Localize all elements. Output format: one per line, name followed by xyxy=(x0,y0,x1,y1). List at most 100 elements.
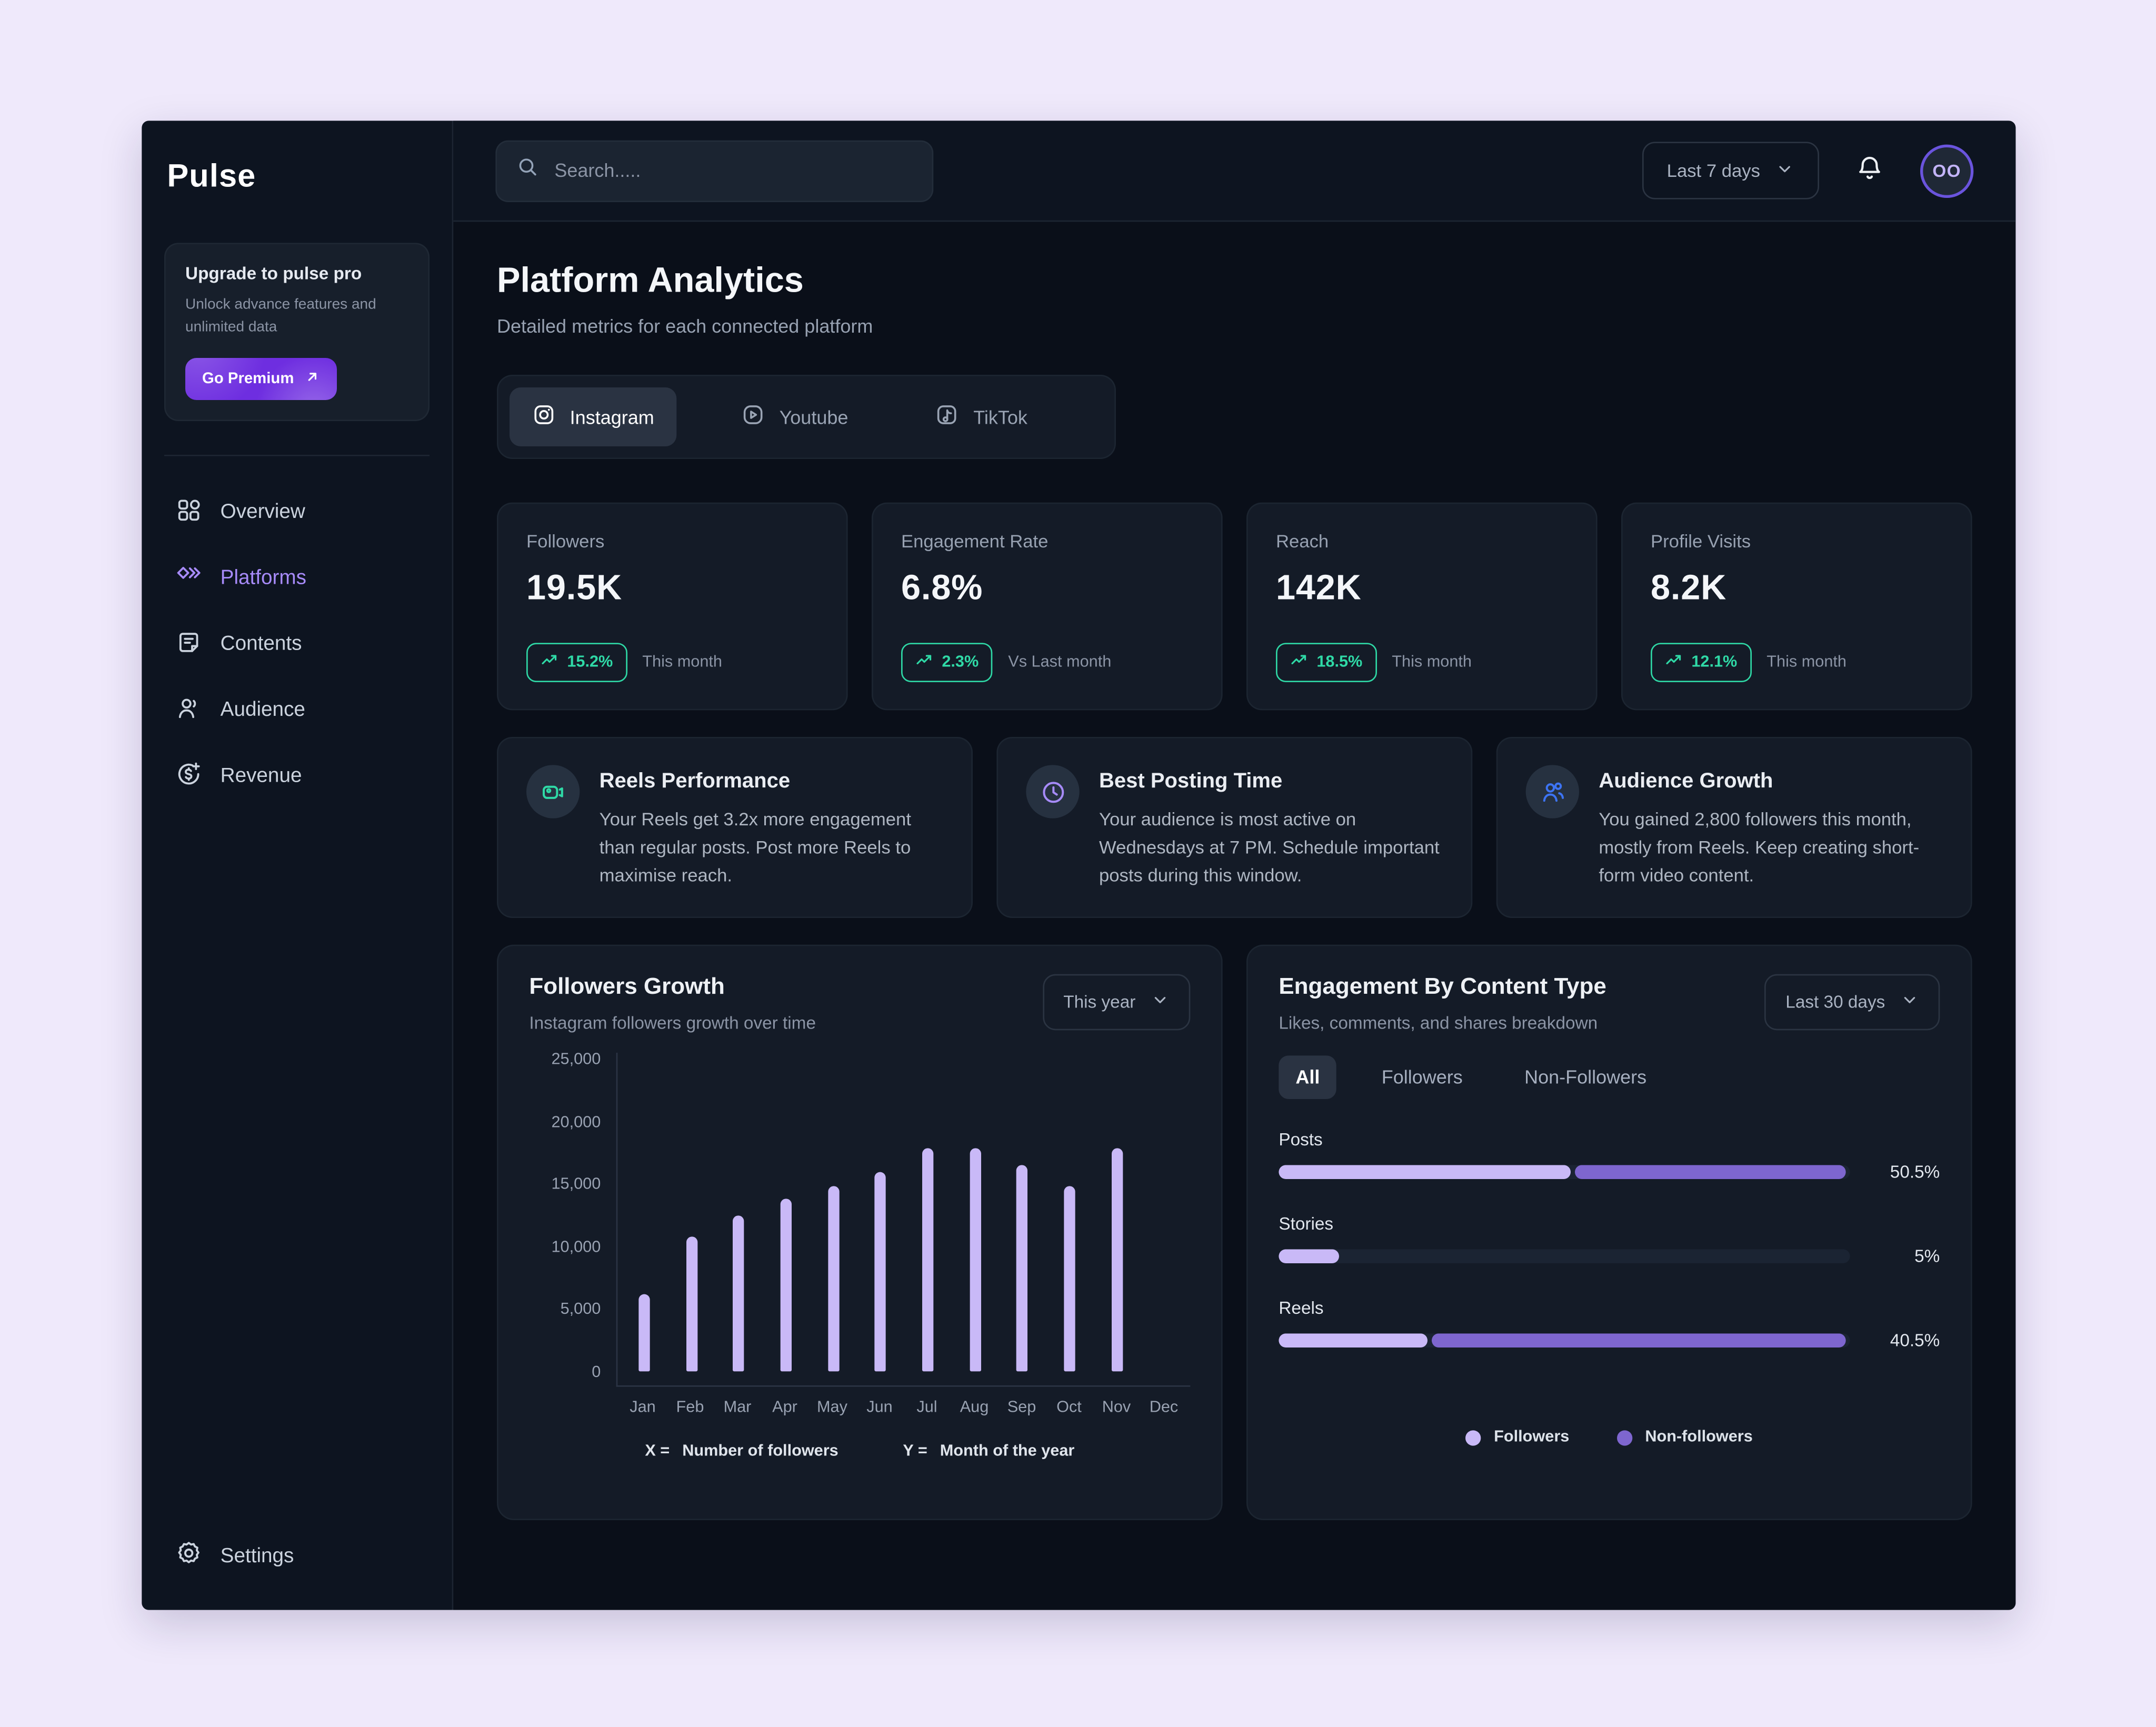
bottom-panels: Followers Growth Instagram followers gro… xyxy=(497,945,1972,1521)
date-range-select[interactable]: Last 7 days xyxy=(1642,142,1819,199)
avatar[interactable]: OO xyxy=(1920,144,1973,197)
footnote-y-label: Y = xyxy=(903,1443,927,1460)
engagement-row-stories: Stories 5% xyxy=(1279,1215,1940,1267)
y-tick: 15,000 xyxy=(529,1178,601,1194)
y-tick: 25,000 xyxy=(529,1053,601,1070)
sidebar-item-settings[interactable]: Settings xyxy=(164,1527,430,1584)
upgrade-card: Upgrade to pulse pro Unlock advance feat… xyxy=(164,243,430,420)
sidebar-item-contents[interactable]: Contents xyxy=(164,615,430,673)
x-tick: May xyxy=(808,1400,856,1417)
tab-instagram[interactable]: Instagram xyxy=(510,387,676,446)
filter-tab-non-followers[interactable]: Non-Followers xyxy=(1508,1056,1663,1100)
go-premium-button[interactable]: Go Premium xyxy=(185,357,337,400)
stat-caption: Vs Last month xyxy=(1008,654,1111,671)
sidebar-item-overview[interactable]: Overview xyxy=(164,484,430,541)
trending-up-icon xyxy=(915,651,934,674)
trending-up-icon xyxy=(1665,651,1683,674)
filter-tab-followers[interactable]: Followers xyxy=(1365,1056,1480,1100)
sidebar-item-label: Audience xyxy=(221,699,305,722)
followers-segment xyxy=(1279,1250,1339,1264)
bar-may xyxy=(827,1186,839,1372)
tab-youtube[interactable]: Youtube xyxy=(719,387,871,446)
arrow-up-right-icon xyxy=(305,368,321,388)
trend-value: 12.1% xyxy=(1691,654,1737,671)
stat-value: 19.5K xyxy=(526,568,819,609)
panel-subtitle: Instagram followers growth over time xyxy=(529,1014,816,1033)
filter-tab-all[interactable]: All xyxy=(1279,1056,1336,1100)
trend-value: 18.5% xyxy=(1316,654,1362,671)
topbar-right: Last 7 days OO xyxy=(1642,142,1974,199)
page-subtitle: Detailed metrics for each connected plat… xyxy=(497,316,1972,337)
sidebar-item-audience[interactable]: Audience xyxy=(164,682,430,739)
sidebar-item-label: Platforms xyxy=(221,567,306,590)
stat-value: 8.2K xyxy=(1651,568,1943,609)
search-box[interactable] xyxy=(495,139,933,201)
page: Pulse Upgrade to pulse pro Unlock advanc… xyxy=(0,0,2156,1727)
go-premium-label: Go Premium xyxy=(202,370,294,387)
users-icon xyxy=(1526,765,1579,818)
bar-value: 40.5% xyxy=(1870,1331,1940,1351)
video-camera-icon xyxy=(526,765,580,818)
sidebar-item-revenue[interactable]: Revenue xyxy=(164,747,430,805)
page-title: Platform Analytics xyxy=(497,261,1972,302)
x-tick: Sep xyxy=(998,1400,1045,1417)
stat-value: 6.8% xyxy=(901,568,1193,609)
content: Platform Analytics Detailed metrics for … xyxy=(453,222,2015,1610)
sidebar-item-label: Overview xyxy=(221,501,305,524)
trend-badge: 15.2% xyxy=(526,643,627,682)
upgrade-body: Unlock advance features and unlimited da… xyxy=(185,293,408,339)
insight-body: Your audience is most active on Wednesda… xyxy=(1099,806,1443,891)
x-tick: Jun xyxy=(856,1400,903,1417)
stat-caption: This month xyxy=(1766,654,1846,671)
followers-dot-icon xyxy=(1466,1430,1481,1445)
bar-feb xyxy=(686,1237,697,1372)
footnote-x-value: Number of followers xyxy=(682,1443,839,1460)
engagement-range-label: Last 30 days xyxy=(1785,993,1885,1012)
x-tick: Apr xyxy=(761,1400,808,1417)
engagement-panel: Engagement By Content Type Likes, commen… xyxy=(1246,945,1972,1521)
engagement-filter-tabs: All Followers Non-Followers xyxy=(1279,1056,1940,1100)
engagement-range-select[interactable]: Last 30 days xyxy=(1764,975,1940,1031)
sidebar-item-label: Settings xyxy=(221,1545,294,1568)
topbar: Last 7 days OO xyxy=(453,121,2015,222)
person-icon xyxy=(175,694,202,726)
instagram-icon xyxy=(532,403,556,431)
x-tick: Mar xyxy=(714,1400,761,1417)
chevron-down-icon xyxy=(1901,992,1919,1014)
stat-card-profile-visits: Profile Visits 8.2K 12.1% This month xyxy=(1621,503,1972,711)
growth-x-labels: JanFebMarAprMayJunJulAugSepOctNovDec xyxy=(616,1400,1191,1417)
bar-track xyxy=(1279,1250,1850,1264)
growth-range-select[interactable]: This year xyxy=(1042,975,1190,1031)
insight-title: Best Posting Time xyxy=(1099,769,1443,793)
x-tick: Dec xyxy=(1140,1400,1187,1417)
growth-plot xyxy=(616,1053,1191,1387)
search-icon xyxy=(516,156,539,185)
insight-reels-performance: Reels Performance Your Reels get 3.2x mo… xyxy=(497,737,973,919)
avatar-initials: OO xyxy=(1932,161,1961,180)
non-followers-segment xyxy=(1574,1165,1846,1180)
non-followers-segment xyxy=(1432,1334,1846,1348)
app-logo: Pulse xyxy=(164,149,430,195)
notifications-button[interactable] xyxy=(1855,154,1883,186)
panel-title: Followers Growth xyxy=(529,975,816,1002)
bell-icon xyxy=(1855,154,1883,186)
bar-value: 50.5% xyxy=(1870,1163,1940,1182)
growth-y-axis: 25,00020,00015,00010,0005,0000 xyxy=(529,1053,616,1387)
upgrade-section: Upgrade to pulse pro Unlock advance feat… xyxy=(164,195,430,456)
bar-aug xyxy=(969,1149,980,1372)
bar-jul xyxy=(922,1149,933,1372)
sidebar: Pulse Upgrade to pulse pro Unlock advanc… xyxy=(142,121,453,1610)
trending-up-icon xyxy=(541,651,559,674)
footnote-y-value: Month of the year xyxy=(940,1443,1075,1460)
play-icon xyxy=(742,403,765,431)
search-input[interactable] xyxy=(554,160,912,181)
followers-segment xyxy=(1279,1165,1570,1180)
x-tick: Nov xyxy=(1093,1400,1140,1417)
sidebar-item-platforms[interactable]: Platforms xyxy=(164,550,430,607)
legend-label: Followers xyxy=(1494,1430,1569,1446)
chevron-down-icon xyxy=(1151,992,1170,1014)
bar-apr xyxy=(780,1199,791,1372)
panel-title: Engagement By Content Type xyxy=(1279,975,1606,1002)
stat-label: Followers xyxy=(526,531,819,552)
tab-tiktok[interactable]: TikTok xyxy=(913,387,1050,446)
